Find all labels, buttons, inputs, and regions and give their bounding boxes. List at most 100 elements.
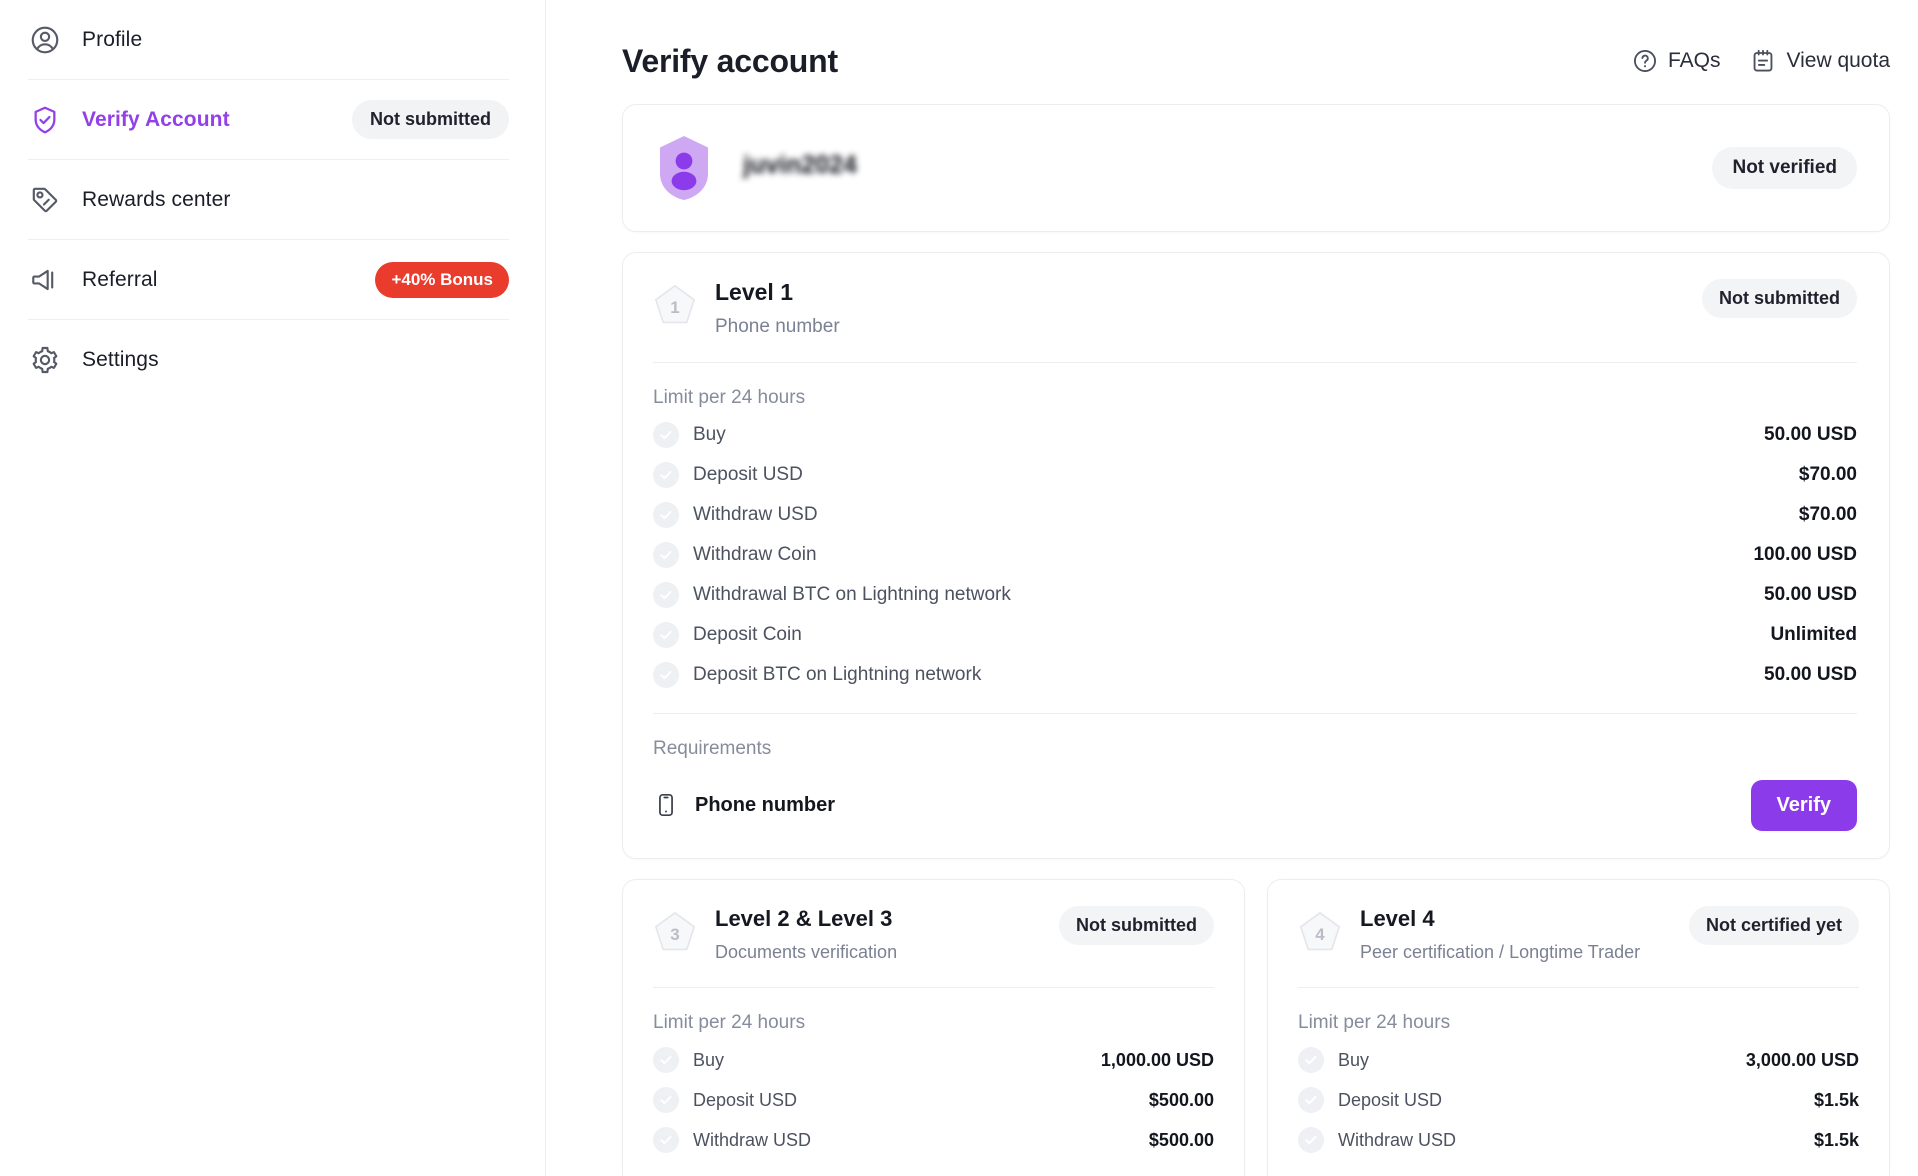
limit-row: Withdraw Coin 100.00 USD bbox=[653, 535, 1857, 575]
limit-value: 50.00 USD bbox=[1764, 664, 1857, 685]
limit-value: $500.00 bbox=[1148, 1089, 1214, 1110]
level-2-3-titles: Level 2 & Level 3 Documents verification bbox=[715, 906, 897, 963]
limit-label: Deposit USD bbox=[693, 464, 803, 485]
limit-label: Deposit USD bbox=[1338, 1089, 1443, 1110]
limit-label: Withdraw Coin bbox=[693, 544, 817, 565]
level-2-3-card: 3 Level 2 & Level 3 Documents verificati… bbox=[622, 879, 1245, 1176]
check-circle-icon bbox=[653, 1087, 679, 1113]
limit-row: Withdraw USD $1.5k bbox=[1298, 1120, 1859, 1160]
sidebar-item-label: Rewards center bbox=[82, 187, 231, 211]
clipboard-list-icon bbox=[1750, 48, 1776, 74]
check-circle-icon bbox=[1298, 1047, 1324, 1073]
limit-heading: Limit per 24 hours bbox=[1298, 1012, 1451, 1033]
page-header: Verify account FAQs View quota bbox=[622, 30, 1890, 92]
check-circle-icon bbox=[653, 422, 679, 448]
view-quota-link[interactable]: View quota bbox=[1750, 48, 1890, 74]
limit-row: Deposit USD $500.00 bbox=[653, 1080, 1214, 1120]
check-circle-icon bbox=[653, 1047, 679, 1073]
limit-list: Buy 3,000.00 USD Deposit USD $1.5k Withd… bbox=[1298, 1040, 1859, 1160]
sidebar-item-label: Settings bbox=[82, 348, 159, 371]
shield-check-icon bbox=[28, 103, 62, 137]
limit-value: 100.00 USD bbox=[1753, 544, 1857, 565]
bonus-badge: +40% Bonus bbox=[375, 261, 509, 298]
lower-levels-grid: 3 Level 2 & Level 3 Documents verificati… bbox=[622, 879, 1890, 1176]
sidebar-item-label: Referral bbox=[82, 267, 158, 291]
divider bbox=[653, 713, 1857, 714]
level-1-card: 1 Level 1 Phone number Not submitted Lim… bbox=[622, 252, 1890, 859]
limit-value: $1.5k bbox=[1813, 1089, 1859, 1110]
level-badge-number: 4 bbox=[1315, 925, 1325, 944]
shield-person-avatar-icon bbox=[653, 134, 715, 202]
check-circle-icon bbox=[653, 542, 679, 568]
check-circle-icon bbox=[1298, 1127, 1324, 1153]
limit-label: Deposit USD bbox=[693, 1089, 798, 1110]
limit-label: Withdraw USD bbox=[1338, 1129, 1457, 1150]
limit-row: Deposit USD $70.00 bbox=[653, 455, 1857, 495]
phone-icon bbox=[653, 792, 679, 818]
faqs-link[interactable]: FAQs bbox=[1632, 48, 1720, 74]
question-circle-icon bbox=[1632, 48, 1658, 74]
limit-value: 3,000.00 USD bbox=[1745, 1049, 1859, 1070]
check-circle-icon bbox=[653, 582, 679, 608]
divider bbox=[1298, 987, 1859, 988]
check-circle-icon bbox=[653, 1127, 679, 1153]
level-badge-number: 1 bbox=[670, 298, 679, 317]
sidebar-item-label: Verify Account bbox=[82, 107, 230, 131]
level-subtitle: Documents verification bbox=[715, 942, 898, 962]
sidebar-item-profile[interactable]: Profile bbox=[28, 0, 509, 80]
limit-value: Unlimited bbox=[1770, 624, 1857, 645]
sidebar: Profile Verify Account Not submitted Rew… bbox=[0, 0, 546, 1176]
limit-row: Deposit USD $1.5k bbox=[1298, 1080, 1859, 1120]
view-quota-label: View quota bbox=[1786, 49, 1890, 72]
limit-label: Withdraw USD bbox=[693, 1129, 812, 1150]
limit-row: Buy 3,000.00 USD bbox=[1298, 1040, 1859, 1080]
level-1-header: 1 Level 1 Phone number Not submitted bbox=[653, 279, 1857, 338]
level-subtitle: Peer certification / Longtime Trader bbox=[1360, 942, 1641, 962]
level-1-titles: Level 1 Phone number bbox=[715, 279, 840, 338]
limit-label: Buy bbox=[693, 1049, 725, 1070]
limit-label: Withdraw USD bbox=[693, 504, 818, 525]
sidebar-item-verify-account[interactable]: Verify Account Not submitted bbox=[28, 80, 509, 160]
limit-value: $500.00 bbox=[1148, 1129, 1214, 1150]
limit-value: $70.00 bbox=[1798, 504, 1857, 525]
app-root: Profile Verify Account Not submitted Rew… bbox=[0, 0, 1918, 1176]
check-circle-icon bbox=[1298, 1087, 1324, 1113]
limit-value: 50.00 USD bbox=[1764, 584, 1857, 605]
main-content: Verify account FAQs View quota juvin2024… bbox=[546, 0, 1918, 1176]
gear-icon bbox=[28, 343, 62, 377]
limit-row: Buy 50.00 USD bbox=[653, 415, 1857, 455]
level-badge-number: 3 bbox=[670, 925, 679, 944]
check-circle-icon bbox=[653, 662, 679, 688]
limit-list: Buy 50.00 USD Deposit USD $70.00 Withdra… bbox=[653, 415, 1857, 695]
megaphone-icon bbox=[28, 263, 62, 297]
level-status-badge: Not certified yet bbox=[1688, 906, 1859, 945]
limit-row: Buy 1,000.00 USD bbox=[653, 1040, 1214, 1080]
divider bbox=[653, 362, 1857, 363]
level-name: Level 1 bbox=[715, 279, 793, 305]
limit-value: 1,000.00 USD bbox=[1100, 1049, 1214, 1070]
limit-label: Buy bbox=[693, 424, 726, 445]
limit-row: Withdrawal BTC on Lightning network 50.0… bbox=[653, 575, 1857, 615]
limit-row: Withdraw USD $500.00 bbox=[653, 1120, 1214, 1160]
level-4-card: 4 Level 4 Peer certification / Longtime … bbox=[1267, 879, 1890, 1176]
requirement-label: Phone number bbox=[695, 793, 836, 816]
username-redacted: juvin2024 bbox=[743, 151, 923, 185]
level-4-titles: Level 4 Peer certification / Longtime Tr… bbox=[1360, 906, 1640, 963]
sidebar-item-settings[interactable]: Settings bbox=[28, 320, 509, 400]
limit-heading: Limit per 24 hours bbox=[653, 387, 806, 408]
level-4-header: 4 Level 4 Peer certification / Longtime … bbox=[1298, 906, 1859, 963]
limit-list: Buy 1,000.00 USD Deposit USD $500.00 Wit… bbox=[653, 1040, 1214, 1160]
level-status-badge: Not submitted bbox=[1059, 906, 1214, 945]
limit-row: Deposit BTC on Lightning network 50.00 U… bbox=[653, 655, 1857, 695]
level-name: Level 4 bbox=[1360, 906, 1435, 931]
check-circle-icon bbox=[653, 462, 679, 488]
level-badge-icon: 4 bbox=[1298, 910, 1342, 956]
status-badge: Not submitted bbox=[352, 100, 509, 139]
limit-row: Withdraw USD $70.00 bbox=[653, 495, 1857, 535]
sidebar-item-rewards-center[interactable]: Rewards center bbox=[28, 160, 509, 240]
limit-heading: Limit per 24 hours bbox=[653, 1012, 806, 1033]
verify-button[interactable]: Verify bbox=[1750, 779, 1857, 831]
level-name: Level 2 & Level 3 bbox=[715, 906, 893, 931]
sidebar-item-referral[interactable]: Referral +40% Bonus bbox=[28, 240, 509, 320]
tag-icon bbox=[28, 183, 62, 217]
